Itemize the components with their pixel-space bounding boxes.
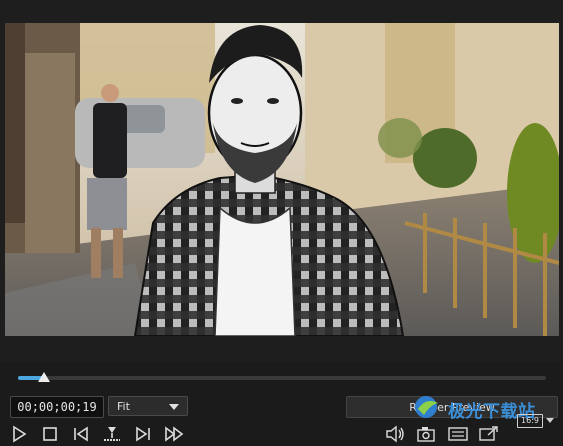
chevron-down-icon — [169, 404, 179, 410]
play-button[interactable] — [8, 424, 30, 444]
scrubber-handle[interactable] — [38, 372, 51, 382]
volume-icon — [386, 425, 404, 443]
timeline-scrubber[interactable] — [18, 372, 546, 384]
zoom-fit-dropdown[interactable]: Fit — [108, 396, 188, 416]
video-preview-frame[interactable] — [5, 23, 559, 336]
snapshot-button[interactable] — [415, 424, 437, 444]
volume-button[interactable] — [384, 424, 406, 444]
display-quality-button[interactable] — [447, 424, 469, 444]
video-frame-image — [5, 23, 559, 336]
stop-button[interactable] — [39, 424, 61, 444]
play-icon — [13, 425, 27, 443]
preview-window — [0, 0, 563, 362]
playback-controls — [0, 422, 563, 446]
previous-frame-icon — [74, 426, 88, 442]
undock-preview-icon — [479, 426, 498, 441]
fast-forward-button[interactable] — [163, 424, 185, 444]
undock-preview-button[interactable] — [478, 424, 500, 444]
next-frame-button[interactable] — [132, 424, 154, 444]
display-quality-icon — [448, 427, 468, 441]
previous-frame-button[interactable] — [70, 424, 92, 444]
scrubber-track[interactable] — [18, 376, 546, 380]
next-frame-icon — [136, 426, 150, 442]
stop-icon — [43, 427, 57, 441]
camera-snapshot-icon — [417, 427, 435, 442]
fast-forward-icon — [165, 426, 184, 442]
fit-label: Fit — [117, 400, 130, 413]
timecode-field[interactable]: 00;00;00;19 — [10, 396, 104, 418]
split-clip-button[interactable] — [101, 424, 123, 444]
split-clip-icon — [104, 427, 120, 441]
